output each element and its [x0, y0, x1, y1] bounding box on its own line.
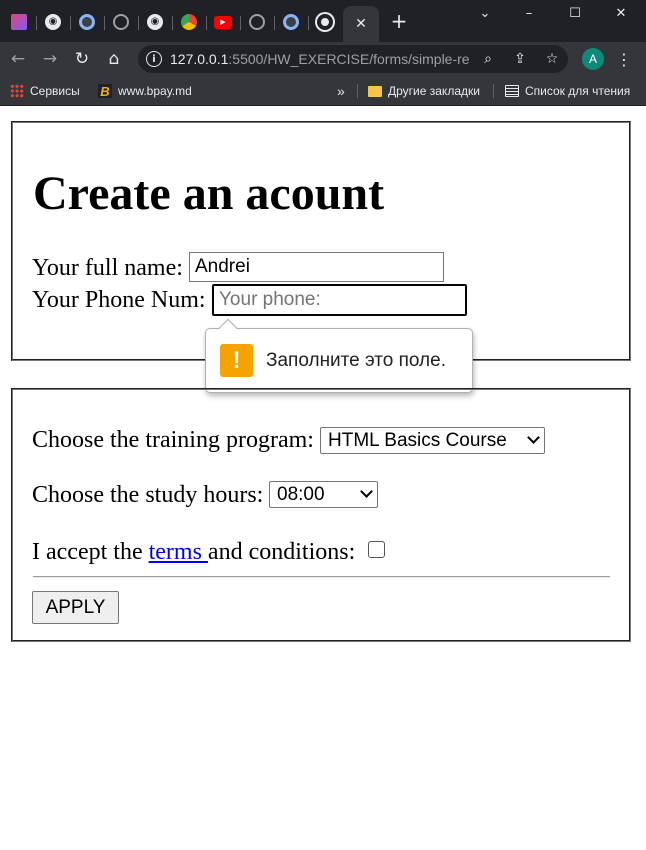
program-label: Choose the training program:: [32, 427, 314, 453]
divider: [33, 576, 610, 578]
zoom-icon[interactable]: ⌕: [478, 49, 498, 69]
bookmark-services[interactable]: Сервисы: [10, 82, 80, 100]
tab-separator: [308, 16, 309, 30]
window-close-button[interactable]: ✕: [598, 2, 644, 24]
star-icon[interactable]: ☆: [542, 49, 562, 69]
chevron-down-icon: [361, 488, 371, 498]
bookmark-other[interactable]: Другие закладки: [368, 82, 480, 100]
home-button[interactable]: ⌂: [101, 46, 127, 72]
forward-button[interactable]: →: [37, 46, 63, 72]
full-name-input[interactable]: [189, 252, 444, 282]
browser-toolbar: ← → ↻ ⌂ i 127.0.0.1:5500/HW_EXERCISE/for…: [0, 42, 646, 76]
reload-icon: ↻: [74, 49, 90, 69]
validation-message: Заполните это поле.: [266, 350, 446, 371]
bookmark-reading-list[interactable]: Список для чтения: [505, 82, 630, 100]
bpay-icon: B: [98, 84, 112, 99]
tab-separator: [240, 16, 241, 30]
tab-3[interactable]: [72, 8, 102, 36]
maximize-button[interactable]: ☐: [552, 2, 598, 24]
chrome-icon: [317, 14, 333, 30]
minimize-button[interactable]: –: [506, 2, 552, 24]
phone-label: Your Phone Num:: [32, 287, 206, 313]
account-fieldset: [11, 121, 631, 361]
apps-grid-icon: [10, 84, 24, 98]
hours-selected-value: 08:00: [277, 483, 325, 505]
bookmark-label: Другие закладки: [388, 84, 480, 98]
youtube-icon: ▶: [214, 15, 232, 29]
globe-icon: ◉: [147, 14, 163, 30]
tab-separator: [274, 16, 275, 30]
reload-button[interactable]: ↻: [69, 46, 95, 72]
maximize-icon: ☐: [569, 5, 581, 21]
circle-icon: [79, 14, 95, 30]
terms-checkbox[interactable]: [368, 541, 385, 558]
bookmark-separator: [493, 84, 494, 98]
menu-icon[interactable]: ⋮: [614, 46, 634, 72]
tab-10[interactable]: [310, 8, 340, 36]
new-tab-button[interactable]: +: [388, 9, 410, 33]
tab-separator: [138, 16, 139, 30]
app-icon: [11, 14, 27, 30]
accept-suffix: and conditions:: [207, 539, 356, 565]
chevron-down-icon: [528, 434, 538, 444]
github-icon: [113, 14, 129, 30]
bookmark-bpay[interactable]: B www.bpay.md: [98, 82, 192, 100]
tab-separator: [172, 16, 173, 30]
apply-button[interactable]: APPLY: [32, 591, 119, 624]
share-icon[interactable]: ⇪: [510, 49, 530, 69]
program-selected-value: HTML Basics Course: [328, 429, 507, 451]
tab-search-button[interactable]: ⌄: [462, 2, 508, 24]
warning-icon: !: [220, 344, 253, 377]
tab-1[interactable]: [4, 8, 34, 36]
profile-avatar[interactable]: A: [582, 48, 604, 70]
hours-label: Choose the study hours:: [32, 482, 264, 508]
phone-input[interactable]: [212, 284, 467, 316]
bookmark-label: Сервисы: [30, 84, 80, 98]
arrow-left-icon: ←: [10, 49, 26, 69]
full-name-label: Your full name:: [32, 255, 183, 281]
tab-separator: [206, 16, 207, 30]
bookmark-separator: [357, 84, 358, 98]
program-select[interactable]: HTML Basics Course: [320, 427, 545, 454]
tab-7[interactable]: ▶: [208, 8, 238, 36]
accept-prefix: I accept the: [32, 539, 149, 565]
hours-select[interactable]: 08:00: [269, 481, 378, 508]
bookmark-label: www.bpay.md: [118, 84, 192, 98]
globe-icon: ◉: [45, 14, 61, 30]
home-icon: ⌂: [108, 49, 120, 69]
tab-8[interactable]: [242, 8, 272, 36]
tab-2[interactable]: ◉: [38, 8, 68, 36]
tab-separator: [70, 16, 71, 30]
close-icon: ✕: [355, 16, 367, 32]
tab-separator: [36, 16, 37, 30]
validation-tooltip: ! Заполните это поле.: [205, 328, 473, 393]
terms-line: I accept the terms and conditions:: [32, 538, 355, 566]
address-url: 127.0.0.1:5500/HW_EXERCISE/forms/simple-…: [170, 51, 470, 67]
chevron-down-icon: ⌄: [479, 5, 491, 21]
active-tab-close-button[interactable]: ✕: [343, 6, 379, 42]
terms-link[interactable]: terms: [149, 539, 208, 565]
tab-4[interactable]: [106, 8, 136, 36]
reading-list-icon: [505, 85, 519, 97]
back-button[interactable]: ←: [5, 46, 31, 72]
folder-icon: [368, 85, 382, 97]
tooltip-arrow: [217, 317, 237, 329]
github-icon: [249, 14, 265, 30]
info-icon[interactable]: i: [146, 51, 162, 67]
arrow-right-icon: →: [42, 49, 58, 69]
tab-6[interactable]: [174, 8, 204, 36]
tab-separator: [104, 16, 105, 30]
tab-strip: ◉ ◉ ▶ ✕ + ⌄ – ☐ ✕: [0, 0, 646, 42]
bookmarks-overflow-button[interactable]: »: [337, 82, 345, 100]
bookmarks-bar: Сервисы B www.bpay.md » Другие закладки …: [0, 76, 646, 106]
tab-9[interactable]: [276, 8, 306, 36]
address-bar[interactable]: i 127.0.0.1:5500/HW_EXERCISE/forms/simpl…: [138, 45, 568, 73]
close-icon: ✕: [615, 5, 627, 21]
colorful-icon: [181, 14, 197, 30]
bookmark-label: Список для чтения: [525, 84, 631, 98]
minimize-icon: –: [525, 5, 533, 21]
page-title: Create an acount: [33, 167, 385, 220]
circle-icon: [283, 14, 299, 30]
tab-5[interactable]: ◉: [140, 8, 170, 36]
